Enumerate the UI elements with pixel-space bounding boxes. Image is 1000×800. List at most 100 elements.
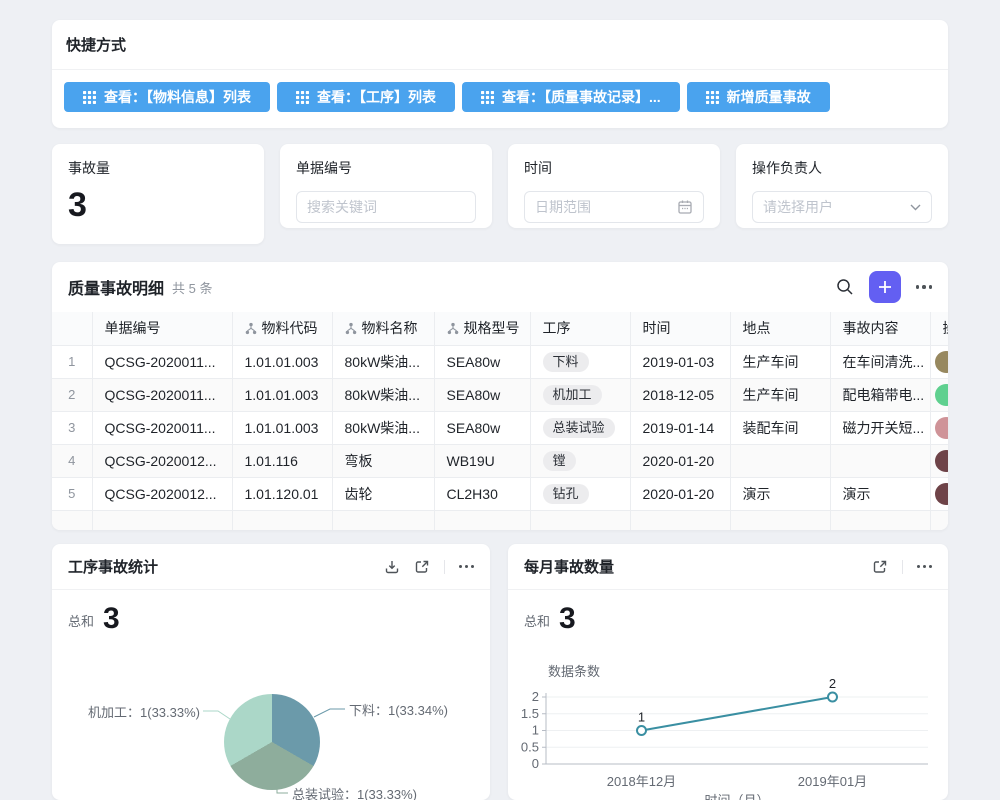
data-point[interactable] bbox=[637, 726, 646, 735]
process-pie-chart[interactable] bbox=[224, 694, 320, 790]
table-row[interactable]: 5QCSG-2020012...1.01.120.01齿轮CL2H30钻孔202… bbox=[52, 477, 948, 510]
doc-cell: QCSG-2020011... bbox=[92, 411, 232, 444]
accident-count-card: 事故量 3 bbox=[52, 144, 264, 244]
y-axis-title: 数据条数 bbox=[548, 664, 600, 679]
row-index: 2 bbox=[52, 378, 92, 411]
data-point-label: 2 bbox=[829, 676, 836, 691]
date-range-box[interactable] bbox=[524, 191, 704, 223]
table-row[interactable]: 1QCSG-2020011...1.01.01.00380kW柴油...SEA8… bbox=[52, 345, 948, 378]
search-icon[interactable] bbox=[836, 278, 854, 296]
user-select[interactable] bbox=[752, 191, 932, 223]
avatar bbox=[935, 483, 949, 505]
shortcut-button-label: 查看：【质量事故记录】... bbox=[502, 87, 661, 107]
table-toolbar bbox=[836, 271, 933, 303]
user-select-input[interactable] bbox=[763, 199, 910, 215]
content-cell: 磁力开关短... bbox=[830, 411, 930, 444]
doc-no-search-input[interactable] bbox=[307, 199, 465, 215]
empty-row bbox=[52, 510, 948, 530]
pie-label-machining: 机加工：1(33.33%) bbox=[88, 702, 200, 721]
operator-label: 操作负责人 bbox=[752, 158, 932, 178]
column-header: 事故内容 bbox=[830, 312, 930, 345]
column-header: 地点 bbox=[730, 312, 830, 345]
process-cell: 总装试验 bbox=[530, 411, 630, 444]
data-point[interactable] bbox=[828, 693, 837, 702]
process-pie-card: 工序事故统计 总和 3 bbox=[52, 544, 490, 800]
process-cell: 钻孔 bbox=[530, 477, 630, 510]
date-cell: 2019-01-03 bbox=[630, 345, 730, 378]
shortcut-button-label: 新增质量事故 bbox=[727, 87, 811, 107]
place-cell: 生产车间 bbox=[730, 345, 830, 378]
doc-no-filter-card: 单据编号 bbox=[280, 144, 492, 228]
operator-cell bbox=[930, 345, 948, 378]
table-row[interactable]: 4QCSG-2020012...1.01.116弯板WB19U镗2020-01-… bbox=[52, 444, 948, 477]
column-header: 物料代码 bbox=[232, 312, 332, 345]
y-tick-label: 1 bbox=[532, 723, 539, 738]
calendar-icon[interactable] bbox=[677, 199, 693, 215]
operator-cell bbox=[930, 444, 948, 477]
avatar bbox=[935, 417, 949, 439]
column-header bbox=[52, 312, 92, 345]
place-cell: 生产车间 bbox=[730, 378, 830, 411]
column-header: 单据编号 bbox=[92, 312, 232, 345]
accident-table: 单据编号 物料代码 物料名称 规格型号工序时间地点事故内容操作负责人 1QCSG… bbox=[52, 312, 948, 530]
time-label: 时间 bbox=[524, 158, 704, 178]
process-cell: 镗 bbox=[530, 444, 630, 477]
grid-icon bbox=[706, 91, 719, 104]
row-index: 5 bbox=[52, 477, 92, 510]
shortcuts-title: 快捷方式 bbox=[52, 20, 948, 70]
dashboard-page: 快捷方式 查看：【物料信息】列表查看：【工序】列表 查看：【质量事故记录】... 新… bbox=[0, 0, 1000, 800]
place-cell: 装配车间 bbox=[730, 411, 830, 444]
row-index: 3 bbox=[52, 411, 92, 444]
operator-cell bbox=[930, 477, 948, 510]
process-tag: 总装试验 bbox=[543, 418, 615, 438]
process-tag: 下料 bbox=[543, 352, 589, 372]
code-cell: 1.01.01.003 bbox=[232, 378, 332, 411]
doc-cell: QCSG-2020011... bbox=[92, 345, 232, 378]
pie-label-assembly-test: 总装试验：1(33.33%) bbox=[292, 784, 417, 800]
table-row[interactable]: 2QCSG-2020011...1.01.01.00380kW柴油...SEA8… bbox=[52, 378, 948, 411]
chevron-down-icon[interactable] bbox=[910, 204, 921, 211]
operator-cell bbox=[930, 378, 948, 411]
date-range-input[interactable] bbox=[535, 199, 677, 215]
accident-table-card: 质量事故明细 共 5 条 bbox=[52, 262, 948, 530]
content-cell bbox=[830, 444, 930, 477]
operator-filter-card: 操作负责人 bbox=[736, 144, 948, 228]
y-tick-label: 0.5 bbox=[521, 739, 539, 754]
shortcut-button[interactable]: 查看：【质量事故记录】... bbox=[462, 82, 680, 112]
date-cell: 2020-01-20 bbox=[630, 444, 730, 477]
process-cell: 机加工 bbox=[530, 378, 630, 411]
table-head: 单据编号 物料代码 物料名称 规格型号工序时间地点事故内容操作负责人 bbox=[52, 312, 948, 345]
accident-count-value: 3 bbox=[68, 188, 248, 222]
content-cell: 在车间清洗... bbox=[830, 345, 930, 378]
doc-no-search-box[interactable] bbox=[296, 191, 476, 223]
avatar bbox=[935, 450, 949, 472]
spec-cell: SEA80w bbox=[434, 378, 530, 411]
name-cell: 80kW柴油... bbox=[332, 378, 434, 411]
shortcut-button[interactable]: 查看：【工序】列表 bbox=[277, 82, 455, 112]
shortcut-button[interactable]: 查看：【物料信息】列表 bbox=[64, 82, 270, 112]
accident-count-label: 事故量 bbox=[68, 158, 248, 178]
avatar bbox=[935, 384, 949, 406]
shortcut-button[interactable]: 新增质量事故 bbox=[687, 82, 830, 112]
x-tick-label: 2018年12月 bbox=[607, 774, 676, 789]
x-tick-label: 2019年01月 bbox=[798, 774, 867, 789]
column-header: 操作负责人 bbox=[930, 312, 948, 345]
time-filter-card: 时间 bbox=[508, 144, 720, 228]
doc-no-label: 单据编号 bbox=[296, 158, 476, 178]
avatar bbox=[935, 351, 949, 373]
date-cell: 2018-12-05 bbox=[630, 378, 730, 411]
y-tick-label: 1.5 bbox=[521, 706, 539, 721]
add-record-button[interactable] bbox=[869, 271, 901, 303]
shortcut-buttons: 查看：【物料信息】列表查看：【工序】列表 查看：【质量事故记录】... 新增质量事故 bbox=[52, 70, 948, 112]
process-tag: 镗 bbox=[543, 451, 576, 471]
grid-icon bbox=[83, 91, 96, 104]
row-index: 4 bbox=[52, 444, 92, 477]
table-row[interactable]: 3QCSG-2020011...1.01.01.00380kW柴油...SEA8… bbox=[52, 411, 948, 444]
table-header-bar: 质量事故明细 共 5 条 bbox=[52, 262, 948, 312]
table-more-icon[interactable] bbox=[916, 285, 933, 289]
operator-cell bbox=[930, 411, 948, 444]
table-head-row: 单据编号 物料代码 物料名称 规格型号工序时间地点事故内容操作负责人 bbox=[52, 312, 948, 345]
doc-cell: QCSG-2020011... bbox=[92, 378, 232, 411]
date-cell: 2020-01-20 bbox=[630, 477, 730, 510]
spec-cell: SEA80w bbox=[434, 345, 530, 378]
